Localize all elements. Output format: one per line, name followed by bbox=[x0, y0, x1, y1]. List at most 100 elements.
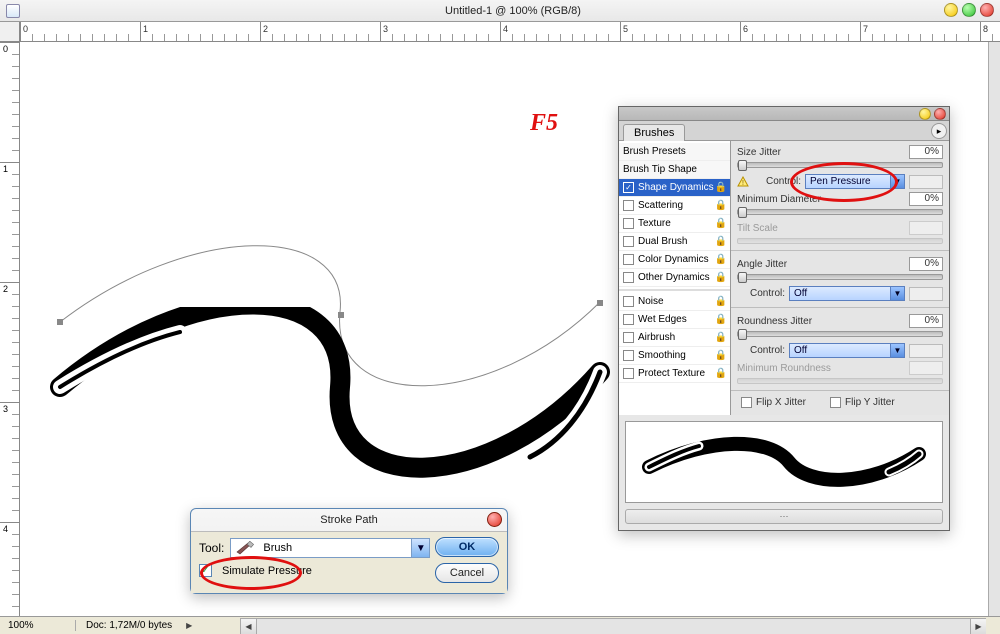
size-jitter-slider[interactable] bbox=[737, 162, 943, 168]
lock-icon[interactable]: 🔒 bbox=[715, 218, 727, 229]
option-label: Texture bbox=[638, 218, 671, 229]
brush-option-row[interactable]: Shape Dynamics🔒 bbox=[619, 179, 730, 197]
maximize-button[interactable] bbox=[962, 3, 976, 17]
control-select-size[interactable]: Pen Pressure▼ bbox=[805, 174, 905, 189]
brush-option-row[interactable]: Protect Texture 🔒 bbox=[619, 365, 730, 383]
option-checkbox[interactable] bbox=[623, 296, 634, 307]
control-label: Control: bbox=[737, 288, 785, 299]
ruler-vertical[interactable]: 01234 bbox=[0, 42, 20, 616]
close-button[interactable] bbox=[980, 3, 994, 17]
option-label: Protect Texture bbox=[638, 368, 705, 379]
dialog-close-button[interactable] bbox=[487, 512, 502, 527]
window-controls bbox=[944, 3, 994, 17]
panel-titlebar[interactable] bbox=[619, 107, 949, 121]
min-diameter-value[interactable]: 0% bbox=[909, 192, 943, 206]
option-checkbox[interactable] bbox=[623, 314, 634, 325]
option-checkbox[interactable] bbox=[623, 350, 634, 361]
lock-icon[interactable]: 🔒 bbox=[715, 296, 727, 307]
control-select-angle[interactable]: Off▼ bbox=[789, 286, 905, 301]
option-label: Wet Edges bbox=[638, 314, 687, 325]
ok-button[interactable]: OK bbox=[435, 537, 499, 557]
brush-option-row[interactable]: Other Dynamics 🔒 bbox=[619, 269, 730, 287]
window-title: Untitled-1 @ 100% (RGB/8) bbox=[26, 5, 1000, 17]
brush-option-row[interactable]: Airbrush🔒 bbox=[619, 329, 730, 347]
option-checkbox[interactable] bbox=[623, 200, 634, 211]
panel-close-button[interactable] bbox=[934, 108, 946, 120]
lock-icon[interactable]: 🔒 bbox=[715, 182, 727, 193]
dialog-titlebar[interactable]: Stroke Path bbox=[191, 509, 507, 531]
option-checkbox[interactable] bbox=[623, 332, 634, 343]
option-checkbox[interactable] bbox=[623, 272, 634, 283]
size-jitter-value[interactable]: 0% bbox=[909, 145, 943, 159]
brush-presets-row[interactable]: Brush Presets bbox=[619, 143, 730, 161]
scrollbar-horizontal[interactable]: ◀ ▶ bbox=[240, 618, 986, 634]
scroll-right-button[interactable]: ▶ bbox=[970, 619, 986, 634]
scroll-left-button[interactable]: ◀ bbox=[241, 619, 257, 634]
brush-icon bbox=[235, 541, 257, 555]
path-anchor[interactable] bbox=[597, 300, 603, 306]
stroke-path-dialog: Stroke Path Tool: Brush ▼ ✓ Simulate Pre… bbox=[190, 508, 508, 594]
size-jitter-label: Size Jitter bbox=[737, 147, 905, 158]
option-label: Shape Dynamics bbox=[638, 182, 714, 193]
min-roundness-value bbox=[909, 361, 943, 375]
brush-option-row[interactable]: Noise 🔒 bbox=[619, 293, 730, 311]
brush-option-row[interactable]: Wet Edges 🔒 bbox=[619, 311, 730, 329]
cancel-button[interactable]: Cancel bbox=[435, 563, 499, 583]
zoom-level[interactable]: 100% bbox=[0, 620, 76, 631]
brush-option-row[interactable]: Texture 🔒 bbox=[619, 215, 730, 233]
roundness-jitter-value[interactable]: 0% bbox=[909, 314, 943, 328]
min-diameter-slider[interactable] bbox=[737, 209, 943, 215]
flip-x-checkbox[interactable]: Flip X Jitter bbox=[741, 397, 806, 408]
option-label: Scattering bbox=[638, 200, 683, 211]
option-checkbox[interactable] bbox=[623, 254, 634, 265]
doc-size: Doc: 1,72M/0 bytes bbox=[76, 620, 182, 631]
option-checkbox[interactable] bbox=[623, 218, 634, 229]
tilt-scale-label: Tilt Scale bbox=[737, 223, 905, 234]
option-label: Other Dynamics bbox=[638, 272, 710, 283]
ruler-origin[interactable] bbox=[0, 22, 20, 42]
lock-icon[interactable]: 🔒 bbox=[715, 272, 727, 283]
brush-option-row[interactable]: Smoothing 🔒 bbox=[619, 347, 730, 365]
tab-brushes[interactable]: Brushes bbox=[623, 124, 685, 141]
lock-icon[interactable]: 🔒 bbox=[715, 200, 727, 211]
angle-jitter-slider[interactable] bbox=[737, 274, 943, 280]
roundness-jitter-slider[interactable] bbox=[737, 331, 943, 337]
angle-jitter-value[interactable]: 0% bbox=[909, 257, 943, 271]
ruler-horizontal[interactable]: 012345678 bbox=[20, 22, 1000, 42]
option-checkbox[interactable] bbox=[623, 368, 634, 379]
control-select-roundness[interactable]: Off▼ bbox=[789, 343, 905, 358]
brush-option-row[interactable]: Scattering 🔒 bbox=[619, 197, 730, 215]
option-checkbox[interactable] bbox=[623, 182, 634, 193]
control-aux-value bbox=[909, 287, 943, 301]
scrollbar-vertical[interactable] bbox=[988, 42, 1000, 616]
lock-icon[interactable]: 🔒 bbox=[715, 254, 727, 265]
doc-menu-arrow[interactable]: ▶ bbox=[186, 621, 192, 630]
tool-select[interactable]: Brush ▼ bbox=[230, 538, 430, 558]
lock-icon[interactable]: 🔒 bbox=[715, 314, 727, 325]
lock-icon[interactable]: 🔒 bbox=[715, 236, 727, 247]
tilt-scale-value bbox=[909, 221, 943, 235]
flip-y-checkbox[interactable]: Flip Y Jitter bbox=[830, 397, 895, 408]
option-label: Smoothing bbox=[638, 350, 686, 361]
brush-tip-shape-row[interactable]: Brush Tip Shape bbox=[619, 161, 730, 179]
minimize-button[interactable] bbox=[944, 3, 958, 17]
svg-text:!: ! bbox=[742, 180, 744, 187]
lock-icon[interactable]: 🔒 bbox=[715, 332, 727, 343]
control-label: Control: bbox=[753, 176, 801, 187]
lock-icon[interactable]: 🔒 bbox=[715, 368, 727, 379]
scroll-track[interactable] bbox=[257, 619, 970, 634]
simulate-pressure-label: Simulate Pressure bbox=[222, 565, 312, 577]
dropdown-arrow-icon: ▼ bbox=[890, 287, 904, 300]
control-aux-value bbox=[909, 175, 943, 189]
option-checkbox[interactable] bbox=[623, 236, 634, 247]
brush-option-row[interactable]: Dual Brush🔒 bbox=[619, 233, 730, 251]
brush-option-row[interactable]: Color Dynamics🔒 bbox=[619, 251, 730, 269]
panel-tabs: Brushes ▸ bbox=[619, 121, 949, 141]
lock-icon[interactable]: 🔒 bbox=[715, 350, 727, 361]
dropdown-arrow-icon: ▼ bbox=[890, 344, 904, 357]
panel-menu-button[interactable]: ▸ bbox=[931, 123, 947, 139]
panel-minimize-button[interactable] bbox=[919, 108, 931, 120]
option-label: Noise bbox=[638, 296, 664, 307]
simulate-pressure-checkbox[interactable]: ✓ bbox=[199, 564, 212, 577]
panel-footer-button[interactable]: ⋯ bbox=[625, 509, 943, 524]
